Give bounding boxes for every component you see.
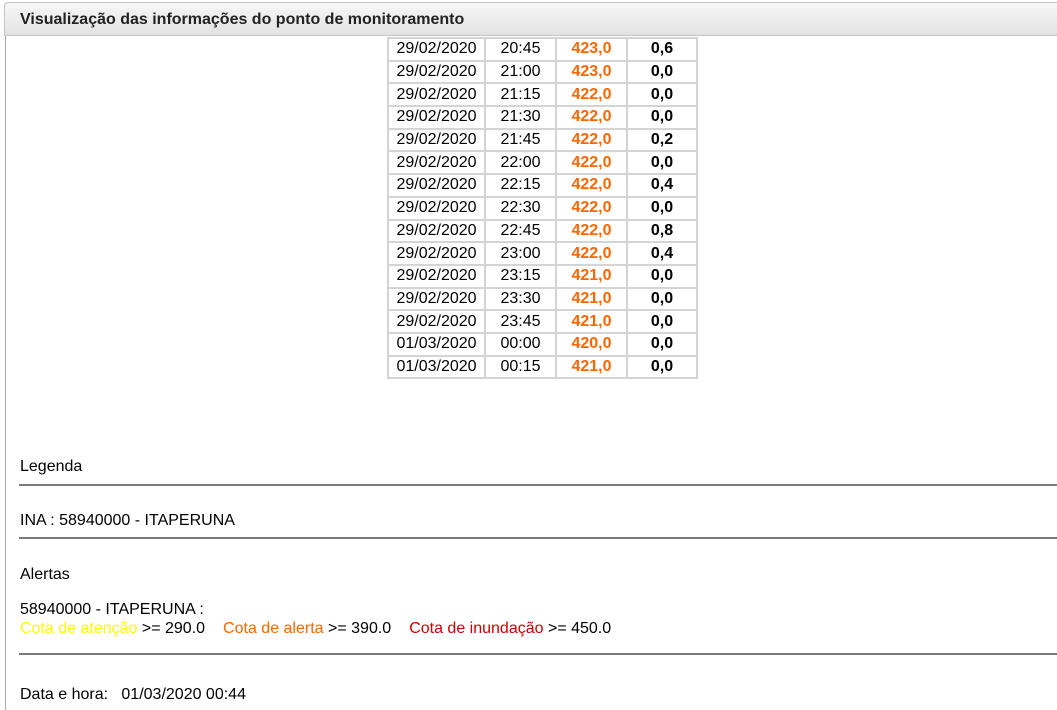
legend-heading: Legenda: [20, 458, 83, 475]
date-cell: 29/02/2020: [387, 241, 486, 266]
rain-cell: 0,0: [626, 105, 698, 130]
rain-cell: 0,0: [626, 309, 698, 334]
table-row: 29/02/2020 22:30 422,0 0,0: [387, 195, 698, 221]
table-row: 01/03/2020 00:00 420,0 0,0: [387, 331, 698, 357]
rain-cell: 0,0: [626, 263, 698, 289]
date-cell: 29/02/2020: [387, 82, 486, 108]
time-cell: 22:15: [484, 173, 557, 198]
time-cell: 22:45: [484, 218, 557, 244]
rain-cell: 0,6: [626, 37, 698, 62]
time-cell: 21:15: [484, 82, 557, 108]
level-cell: 422,0: [555, 82, 628, 108]
readings-table: 29/02/2020 20:45 423,0 0,6 29/02/2020 21:00 42…: [387, 37, 698, 380]
date-cell: 01/03/2020: [387, 331, 486, 357]
date-cell: 29/02/2020: [387, 195, 486, 221]
table-row: 29/02/2020 20:45 423,0 0,6: [387, 37, 698, 62]
flood-value: >= 450.0: [547, 620, 612, 637]
datetime-label: Data e hora:: [20, 686, 109, 703]
panel-title: Visualização das informações do ponto de…: [20, 11, 465, 28]
rain-cell: 0,0: [626, 150, 698, 176]
alert-label: Cota de alerta: [223, 620, 324, 637]
panel-left-border: [5, 36, 6, 710]
date-cell: 29/02/2020: [387, 150, 486, 176]
ina-divider: [19, 537, 1057, 539]
flood-label: Cota de inundação: [409, 620, 544, 637]
attention-value: >= 290.0: [141, 620, 206, 637]
table-row: 29/02/2020 23:15 421,0 0,0: [387, 263, 698, 289]
level-cell: 422,0: [555, 241, 628, 266]
date-cell: 01/03/2020: [387, 354, 486, 380]
legend-ina: INA : 58940000 - ITAPERUNA: [20, 512, 235, 529]
alerts-heading: Alertas: [20, 566, 70, 583]
time-cell: 22:30: [484, 195, 557, 221]
rain-cell: 0,0: [626, 331, 698, 357]
level-cell: 421,0: [555, 286, 628, 312]
attention-label: Cota de atenção: [20, 620, 138, 637]
date-cell: 29/02/2020: [387, 127, 486, 153]
date-cell: 29/02/2020: [387, 218, 486, 244]
date-cell: 29/02/2020: [387, 263, 486, 289]
level-cell: 421,0: [555, 263, 628, 289]
date-cell: 29/02/2020: [387, 59, 486, 85]
table-row: 29/02/2020 21:00 423,0 0,0: [387, 59, 698, 85]
time-cell: 00:15: [484, 354, 557, 380]
date-cell: 29/02/2020: [387, 173, 486, 198]
date-cell: 29/02/2020: [387, 309, 486, 334]
rain-cell: 0,8: [626, 218, 698, 244]
rain-cell: 0,4: [626, 241, 698, 266]
alerts-thresholds: Cota de atenção >= 290.0 Cota de alerta >…: [20, 620, 611, 638]
level-cell: 422,0: [555, 218, 628, 244]
legend-divider: [19, 484, 1057, 486]
level-cell: 423,0: [555, 37, 628, 62]
table-row: 01/03/2020 00:15 421,0 0,0: [387, 354, 698, 380]
time-cell: 20:45: [484, 37, 557, 62]
table-row: 29/02/2020 21:30 422,0 0,0: [387, 105, 698, 130]
time-cell: 23:00: [484, 241, 557, 266]
level-cell: 422,0: [555, 173, 628, 198]
table-row: 29/02/2020 21:45 422,0 0,2: [387, 127, 698, 153]
time-cell: 21:45: [484, 127, 557, 153]
alerts-divider: [19, 653, 1057, 655]
datetime-line: Data e hora: 01/03/2020 00:44: [20, 686, 246, 704]
alert-value: >= 390.0: [328, 620, 392, 637]
time-cell: 21:00: [484, 59, 557, 85]
table-row: 29/02/2020 22:45 422,0 0,8: [387, 218, 698, 244]
time-cell: 21:30: [484, 105, 557, 130]
level-cell: 423,0: [555, 59, 628, 85]
date-cell: 29/02/2020: [387, 286, 486, 312]
alerts-station: 58940000 - ITAPERUNA :: [20, 601, 204, 618]
level-cell: 421,0: [555, 309, 628, 334]
time-cell: 22:00: [484, 150, 557, 176]
level-cell: 422,0: [555, 150, 628, 176]
panel-header: Visualização das informações do ponto de…: [4, 2, 1057, 36]
table-row: 29/02/2020 22:00 422,0 0,0: [387, 150, 698, 176]
date-cell: 29/02/2020: [387, 37, 486, 62]
rain-cell: 0,0: [626, 354, 698, 380]
level-cell: 422,0: [555, 127, 628, 153]
table-row: 29/02/2020 22:15 422,0 0,4: [387, 173, 698, 198]
rain-cell: 0,0: [626, 59, 698, 85]
readings-table-body: 29/02/2020 20:45 423,0 0,6 29/02/2020 21:00 42…: [387, 37, 698, 380]
rain-cell: 0,0: [626, 286, 698, 312]
table-row: 29/02/2020 23:00 422,0 0,4: [387, 241, 698, 266]
rain-cell: 0,0: [626, 195, 698, 221]
level-cell: 422,0: [555, 105, 628, 130]
level-cell: 420,0: [555, 331, 628, 357]
table-row: 29/02/2020 21:15 422,0 0,0: [387, 82, 698, 108]
rain-cell: 0,2: [626, 127, 698, 153]
time-cell: 23:15: [484, 263, 557, 289]
rain-cell: 0,4: [626, 173, 698, 198]
time-cell: 00:00: [484, 331, 557, 357]
level-cell: 421,0: [555, 354, 628, 380]
time-cell: 23:45: [484, 309, 557, 334]
date-cell: 29/02/2020: [387, 105, 486, 130]
table-row: 29/02/2020 23:45 421,0 0,0: [387, 309, 698, 334]
table-row: 29/02/2020 23:30 421,0 0,0: [387, 286, 698, 312]
time-cell: 23:30: [484, 286, 557, 312]
level-cell: 422,0: [555, 195, 628, 221]
rain-cell: 0,0: [626, 82, 698, 108]
datetime-value: 01/03/2020 00:44: [121, 686, 246, 703]
